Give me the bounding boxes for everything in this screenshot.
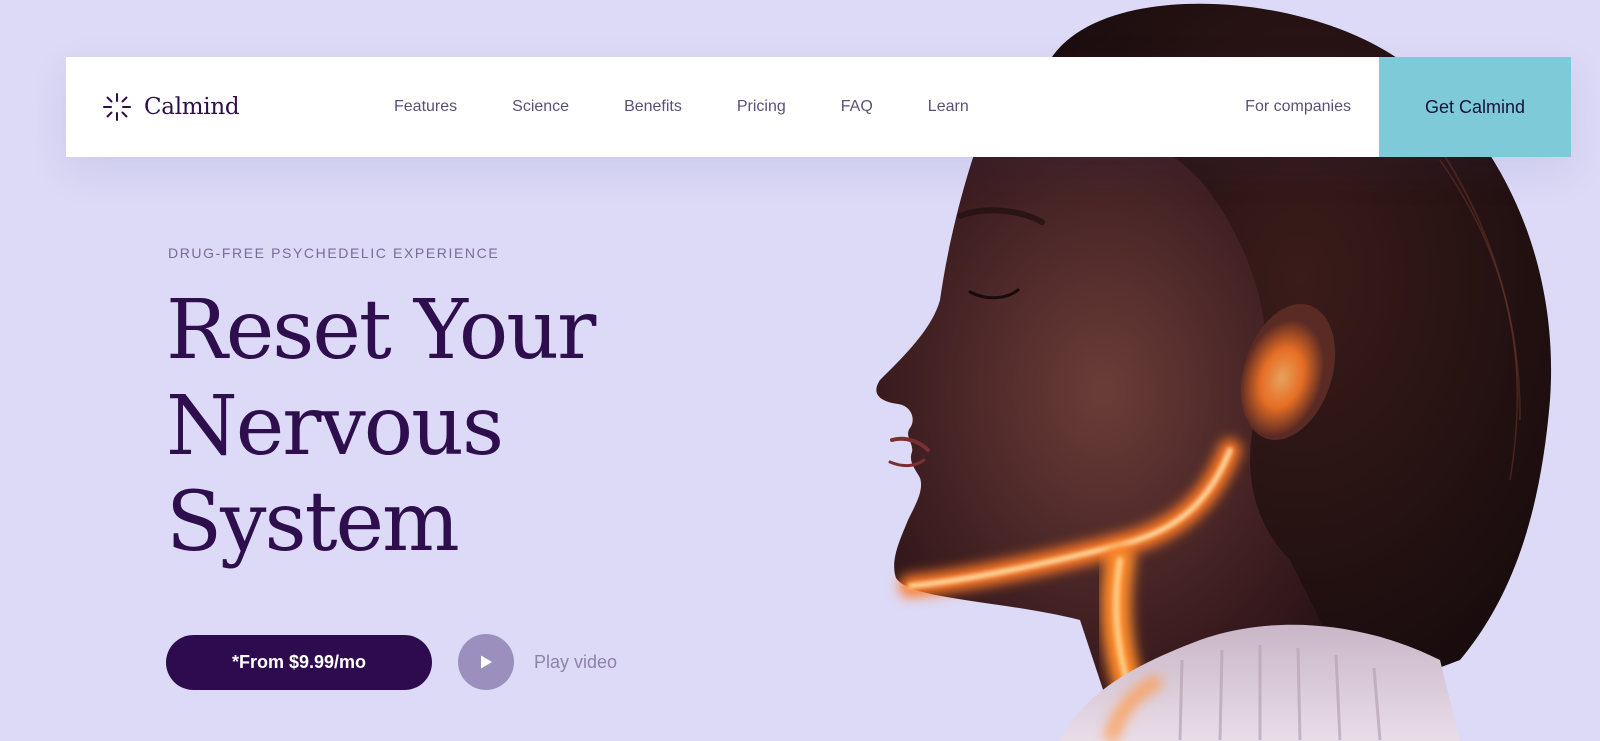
- nav-link-benefits[interactable]: Benefits: [624, 98, 682, 116]
- nav-link-learn[interactable]: Learn: [928, 98, 969, 116]
- nav-links: Features Science Benefits Pricing FAQ Le…: [394, 98, 1024, 116]
- play-icon: [481, 655, 492, 669]
- play-video-label[interactable]: Play video: [534, 652, 617, 673]
- hero-section: DRUG-FREE PSYCHEDELIC EXPERIENCE Reset Y…: [166, 245, 806, 571]
- headline-line-3: System: [166, 475, 460, 570]
- play-video-button[interactable]: [458, 634, 514, 690]
- brand-name: Calmind: [144, 94, 240, 120]
- nav-link-faq[interactable]: FAQ: [841, 98, 873, 116]
- hero-eyebrow: DRUG-FREE PSYCHEDELIC EXPERIENCE: [168, 245, 500, 261]
- for-companies-link[interactable]: For companies: [1245, 98, 1351, 116]
- hero-actions: *From $9.99/mo Play video: [166, 634, 617, 690]
- headline-line-1: Reset Your: [166, 283, 596, 378]
- nav-link-pricing[interactable]: Pricing: [737, 98, 786, 116]
- top-navbar: Calmind Features Science Benefits Pricin…: [66, 57, 1571, 157]
- brand-logo[interactable]: Calmind: [102, 92, 342, 122]
- sparkle-icon: [103, 93, 131, 121]
- nav-link-features[interactable]: Features: [394, 98, 457, 116]
- get-calmind-button[interactable]: Get Calmind: [1379, 57, 1571, 157]
- play-video-control[interactable]: Play video: [458, 634, 617, 690]
- headline-line-2: Nervous: [166, 379, 504, 474]
- pricing-cta-button[interactable]: *From $9.99/mo: [166, 634, 432, 690]
- hero-headline: Reset Your Nervous System: [166, 283, 806, 571]
- nav-link-science[interactable]: Science: [512, 98, 569, 116]
- nav-right: For companies Get Calmind: [1245, 57, 1571, 157]
